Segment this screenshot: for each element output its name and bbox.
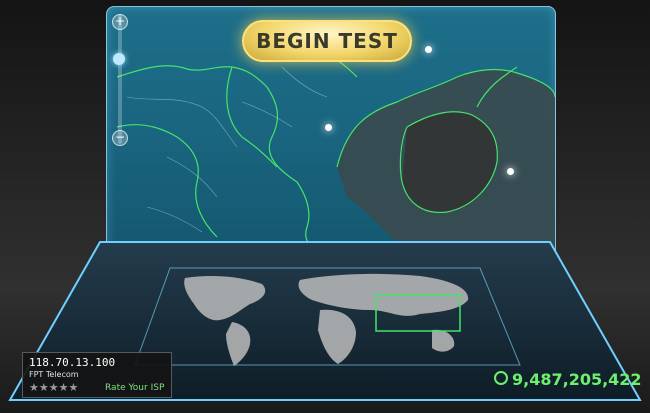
server-marker[interactable] xyxy=(507,168,514,175)
star-rating[interactable]: ★★★★★ xyxy=(29,381,78,394)
ip-address: 118.70.13.100 xyxy=(29,356,116,369)
total-tests-counter: 9,487,205,422 xyxy=(512,370,642,389)
zoom-track[interactable] xyxy=(118,14,122,144)
plus-icon: + xyxy=(114,14,126,28)
zoom-out-button[interactable]: − xyxy=(112,130,128,146)
minus-icon: − xyxy=(114,130,126,144)
zoom-handle[interactable] xyxy=(113,53,125,65)
server-marker[interactable] xyxy=(325,124,332,131)
isp-info-panel: 118.70.13.100 FPT Telecom ★★★★★ Rate You… xyxy=(22,352,172,398)
isp-name: FPT Telecom xyxy=(29,370,79,379)
globe-icon xyxy=(494,371,508,385)
zoom-in-button[interactable]: + xyxy=(112,14,128,30)
server-marker[interactable] xyxy=(425,46,432,53)
begin-test-button[interactable]: BEGIN TEST xyxy=(242,20,412,62)
rate-isp-link[interactable]: Rate Your ISP xyxy=(105,383,164,393)
